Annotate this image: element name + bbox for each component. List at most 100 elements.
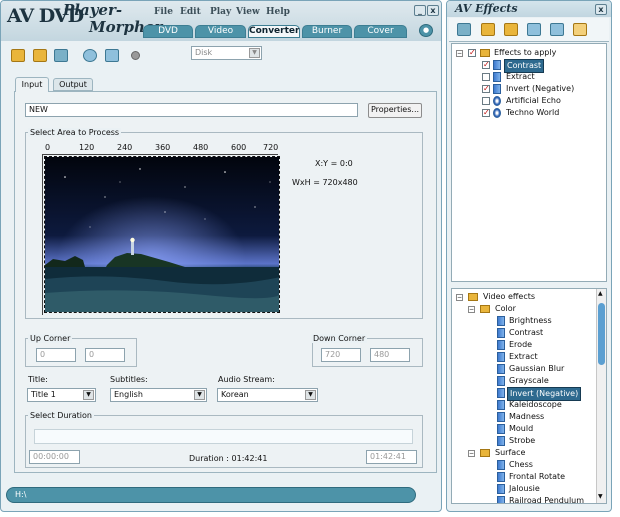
disk-select[interactable]: Disk ▼ — [191, 46, 262, 60]
menu-play[interactable]: Play — [210, 7, 231, 17]
minimize-button[interactable]: _ — [414, 5, 426, 16]
collapse-icon[interactable]: − — [468, 450, 475, 457]
collapse-icon[interactable]: − — [456, 294, 463, 301]
checkbox[interactable] — [482, 59, 490, 71]
tab-converter[interactable]: Converter — [248, 25, 300, 38]
tree-label: Invert (Negative) — [506, 84, 575, 93]
up-corner-y-field[interactable]: 0 — [85, 348, 125, 362]
duration-end-field[interactable]: 01:42:41 — [366, 450, 417, 464]
tab-output[interactable]: Output — [53, 78, 93, 91]
effect-icon — [497, 472, 505, 482]
effect-icon — [497, 352, 505, 362]
down-corner-y-field[interactable]: 480 — [370, 348, 410, 362]
up-corner-label: Up Corner — [28, 334, 73, 343]
tree-label: Mould — [509, 424, 534, 433]
folder-icon — [480, 49, 490, 57]
collapse-icon[interactable]: − — [468, 306, 475, 313]
effect-icon — [497, 316, 505, 326]
folder-icon — [480, 449, 490, 457]
ruler-tick: 0 — [45, 143, 51, 152]
select-area-label: Select Area to Process — [28, 128, 122, 137]
tree-label: Frontal Rotate — [509, 472, 566, 481]
checkbox[interactable] — [468, 47, 476, 59]
tree-label: Gaussian Blur — [509, 364, 565, 373]
title-bar: AV DVD Player- Morpher File Edit Play Vi… — [1, 1, 441, 41]
title-select[interactable]: Title 1 ▼ — [27, 388, 96, 402]
audio-stream-label: Audio Stream: — [218, 375, 275, 384]
effect-icon — [497, 400, 505, 410]
subtitles-label: Subtitles: — [110, 375, 148, 384]
file-path-field[interactable]: NEW — [25, 103, 358, 117]
effect-icon — [497, 328, 505, 338]
duration-start-field[interactable]: 00:00:00 — [29, 450, 80, 464]
menu-help[interactable]: Help — [266, 7, 290, 17]
effect-icon — [497, 484, 505, 494]
effect-icon — [497, 436, 505, 446]
scroll-down-icon[interactable]: ▼ — [598, 493, 603, 500]
xy-readout: X:Y = 0:0 — [315, 159, 353, 168]
effect-icon — [497, 496, 505, 503]
export-icon[interactable] — [54, 49, 68, 62]
effect-icon — [493, 84, 501, 94]
effects-close-button[interactable]: x — [595, 4, 607, 15]
properties-button[interactable]: Properties... — [368, 103, 422, 118]
save-effects-icon[interactable] — [504, 23, 518, 36]
remove-effect-icon[interactable] — [550, 23, 564, 36]
duration-slider[interactable] — [34, 429, 413, 444]
ruler-tick: 600 — [231, 143, 247, 152]
video-preview[interactable] — [44, 156, 280, 313]
audio-stream-select[interactable]: Korean ▼ — [217, 388, 318, 402]
tree-label: Madness — [509, 412, 545, 421]
tab-cover[interactable]: Cover — [354, 25, 407, 38]
new-effect-icon[interactable] — [457, 23, 471, 36]
checkbox[interactable] — [482, 107, 490, 119]
close-button[interactable]: x — [427, 5, 439, 16]
up-corner-x-field[interactable]: 0 — [36, 348, 76, 362]
effect-icon — [493, 60, 501, 70]
tree-label: Erode — [509, 340, 533, 349]
open-folder-icon[interactable] — [33, 49, 47, 62]
tree-label: Contrast — [509, 328, 544, 337]
scroll-thumb[interactable] — [598, 303, 605, 365]
record-icon[interactable] — [131, 51, 140, 60]
effect-book-icon[interactable] — [573, 23, 587, 36]
status-bar: H:\ — [6, 487, 416, 503]
effect-icon — [497, 340, 505, 350]
tab-burner[interactable]: Burner — [302, 25, 352, 38]
scroll-up-icon[interactable]: ▲ — [598, 290, 603, 297]
down-corner-x-field[interactable]: 720 — [321, 348, 361, 362]
ruler-tick: 360 — [155, 143, 171, 152]
settings-icon[interactable] — [11, 49, 25, 62]
tree-label: Color — [495, 304, 516, 313]
menu-edit[interactable]: Edit — [180, 7, 201, 17]
open-effects-icon[interactable] — [481, 23, 495, 36]
vertical-scrollbar[interactable]: ▲ ▼ — [596, 289, 606, 503]
audio-effect-icon — [493, 96, 501, 106]
checkbox[interactable] — [482, 73, 490, 81]
menu-view[interactable]: View — [236, 7, 260, 17]
tab-input[interactable]: Input — [15, 77, 49, 92]
checkbox[interactable] — [482, 83, 490, 95]
tree-label: Artificial Echo — [506, 96, 561, 105]
night-lighthouse-image — [45, 157, 279, 312]
ruler-tick: 720 — [263, 143, 279, 152]
tree-label: Video effects — [483, 292, 536, 301]
menu-file[interactable]: File — [154, 7, 173, 17]
zoom-icon[interactable] — [83, 49, 97, 62]
tab-dvd[interactable]: DVD — [143, 25, 193, 38]
tree-label: Brightness — [509, 316, 552, 325]
tab-video[interactable]: Video — [195, 25, 246, 38]
options-icon[interactable]: ● — [419, 24, 433, 37]
folder-icon — [480, 305, 490, 313]
tree-label: Techno World — [506, 108, 560, 117]
preview-icon[interactable] — [105, 49, 119, 62]
collapse-icon[interactable]: − — [456, 50, 463, 57]
add-effect-icon[interactable] — [527, 23, 541, 36]
subtitles-select[interactable]: English ▼ — [110, 388, 207, 402]
effects-title-bar: AV Effects x — [447, 1, 611, 17]
checkbox[interactable] — [482, 97, 490, 105]
chevron-down-icon: ▼ — [194, 390, 205, 400]
effects-title: AV Effects — [455, 2, 518, 15]
tree-label: Jalousie — [509, 484, 540, 493]
tree-label: Extract — [509, 352, 538, 361]
